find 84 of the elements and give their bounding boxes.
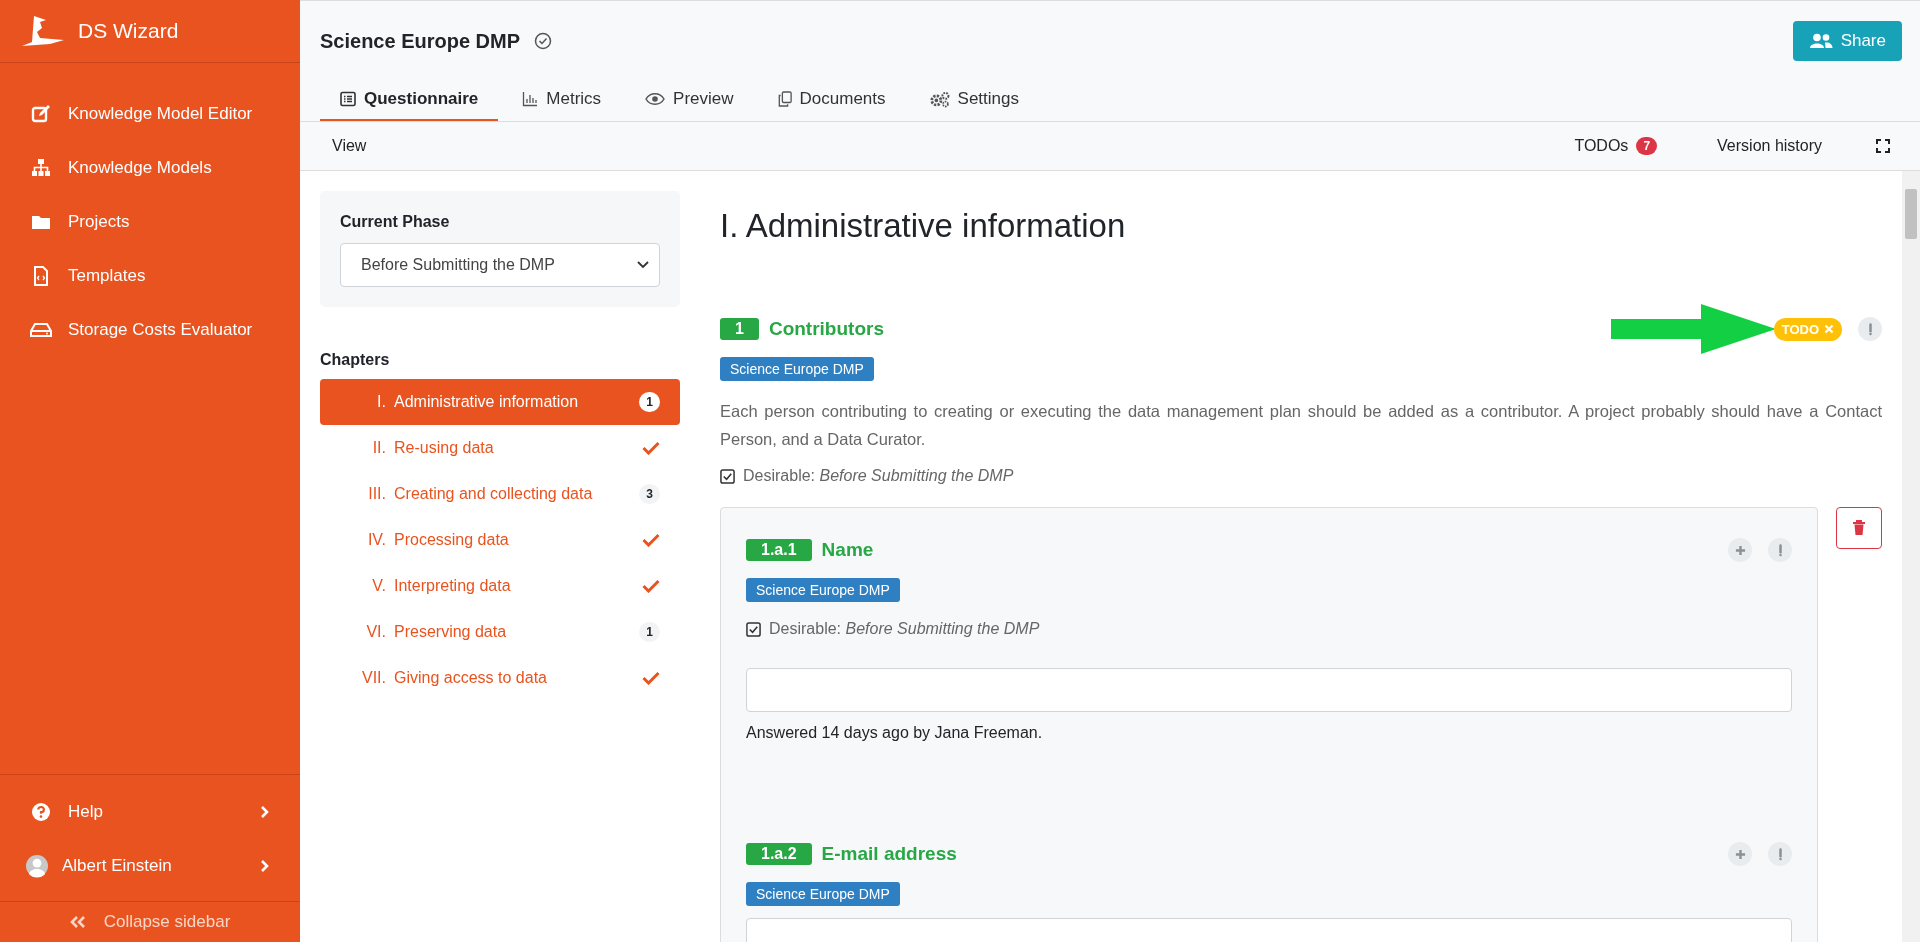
chapter-heading: I. Administrative information (720, 207, 1127, 245)
copy-icon (777, 91, 792, 107)
chevron-down-icon (637, 261, 649, 269)
exclamation-icon (1867, 322, 1873, 336)
question-number: 1.a.1 (746, 539, 812, 561)
hard-drive-icon (30, 320, 52, 340)
users-icon (1808, 33, 1833, 49)
checkmark-icon (642, 533, 660, 547)
answered-info: Answered 14 days ago by Jana Freeman. (746, 724, 1044, 742)
app-name: DS Wizard (78, 19, 179, 43)
collapse-sidebar-button[interactable]: Collapse sidebar (0, 901, 300, 942)
desirable-phase-text: Desirable: Before Submitting the DMP (769, 620, 1040, 638)
question-title: E-mail address (821, 843, 957, 865)
checkmark-icon (642, 579, 660, 593)
todos-button[interactable]: TODOs 7 (1574, 137, 1658, 155)
tag-label: Science Europe DMP (746, 578, 900, 602)
question-description: Each person contributing to creating or executing the data management plan should be added as a contributor. A project probably should have a Contact Person, and a Data Curator. (720, 401, 1882, 450)
exclamation-icon (1777, 847, 1783, 861)
tab[interactable]: Preview (625, 81, 754, 121)
sitemap-icon (30, 158, 52, 178)
checkmark-icon (642, 441, 660, 455)
scrollbar[interactable] (1902, 171, 1920, 942)
checkmark-icon (642, 671, 660, 685)
checkbox-icon (720, 468, 735, 484)
plus-icon (1734, 848, 1746, 860)
list-icon (340, 91, 356, 107)
chevron-right-icon (260, 860, 270, 872)
chapter-item[interactable]: I. Administrative information 1 (320, 379, 680, 425)
chapter-item[interactable]: II. Re-using data (320, 425, 680, 471)
close-icon (1824, 324, 1834, 334)
share-button[interactable]: Share (1792, 21, 1902, 61)
trash-icon (1852, 520, 1866, 536)
flag-button[interactable] (1768, 538, 1792, 562)
check-circle-icon (534, 32, 553, 50)
todo-count-badge: 7 (1636, 137, 1658, 155)
chapters-heading: Chapters (320, 351, 391, 369)
help-menu[interactable]: Help (0, 785, 300, 839)
unanswered-count-badge: 1 (639, 622, 660, 642)
double-chevron-left-icon (69, 916, 86, 928)
eye-icon (645, 92, 666, 106)
question-number: 1 (720, 318, 759, 340)
delete-button[interactable] (1836, 507, 1882, 549)
plus-icon (1734, 544, 1746, 556)
flag-button[interactable] (1768, 842, 1792, 866)
add-button[interactable] (1728, 842, 1752, 866)
input-field[interactable] (746, 668, 1792, 712)
phase-label: Current Phase (340, 213, 451, 231)
exclamation-icon (1777, 543, 1783, 557)
sidebar-item[interactable]: Templates (0, 249, 300, 303)
question-title: Contributors (768, 318, 884, 340)
fullscreen-icon[interactable] (1876, 139, 1890, 153)
flag-button[interactable] (1858, 317, 1882, 341)
add-button[interactable] (1728, 538, 1752, 562)
sidebar-item[interactable]: Knowledge Models (0, 141, 300, 195)
chapter-item[interactable]: III. Creating and collecting data 3 (320, 471, 680, 517)
tag-label: Science Europe DMP (746, 882, 900, 906)
question-number: 1.a.2 (746, 843, 812, 865)
chapter-item[interactable]: IV. Processing data (320, 517, 680, 563)
phase-select[interactable]: Before Submitting the DMP (340, 243, 660, 287)
project-title: Science Europe DMP (320, 29, 521, 53)
chapter-item[interactable]: VI. Preserving data 1 (320, 609, 680, 655)
tab[interactable]: Documents (757, 81, 906, 121)
checkbox-icon (746, 621, 761, 637)
chapter-item[interactable]: VII. Giving access to data (320, 655, 680, 701)
unanswered-count-badge: 3 (639, 484, 660, 504)
sidebar-item[interactable]: Storage Costs Evaluator (0, 303, 300, 357)
unanswered-count-badge: 1 (639, 392, 660, 412)
chevron-right-icon (260, 806, 270, 818)
version-history-button[interactable]: Version history (1717, 137, 1822, 155)
chapter-item[interactable]: V. Interpreting data (320, 563, 680, 609)
user-menu[interactable]: Albert Einstein (0, 839, 300, 893)
view-menu[interactable]: View (332, 137, 367, 155)
help-icon (30, 802, 52, 822)
gears-icon (929, 90, 950, 108)
tab[interactable]: Metrics (502, 81, 622, 121)
wizard-hat-icon (20, 14, 64, 48)
bar-chart-icon (522, 91, 539, 107)
edit-icon (30, 104, 52, 124)
question-title: Name (821, 539, 874, 561)
tab[interactable]: Settings (909, 81, 1039, 121)
tag-label: Science Europe DMP (720, 357, 874, 381)
desirable-phase-text: Desirable: Before Submitting the DMP (743, 467, 1014, 485)
sidebar-item[interactable]: Knowledge Model Editor (0, 87, 300, 141)
sidebar-item[interactable]: Projects (0, 195, 300, 249)
